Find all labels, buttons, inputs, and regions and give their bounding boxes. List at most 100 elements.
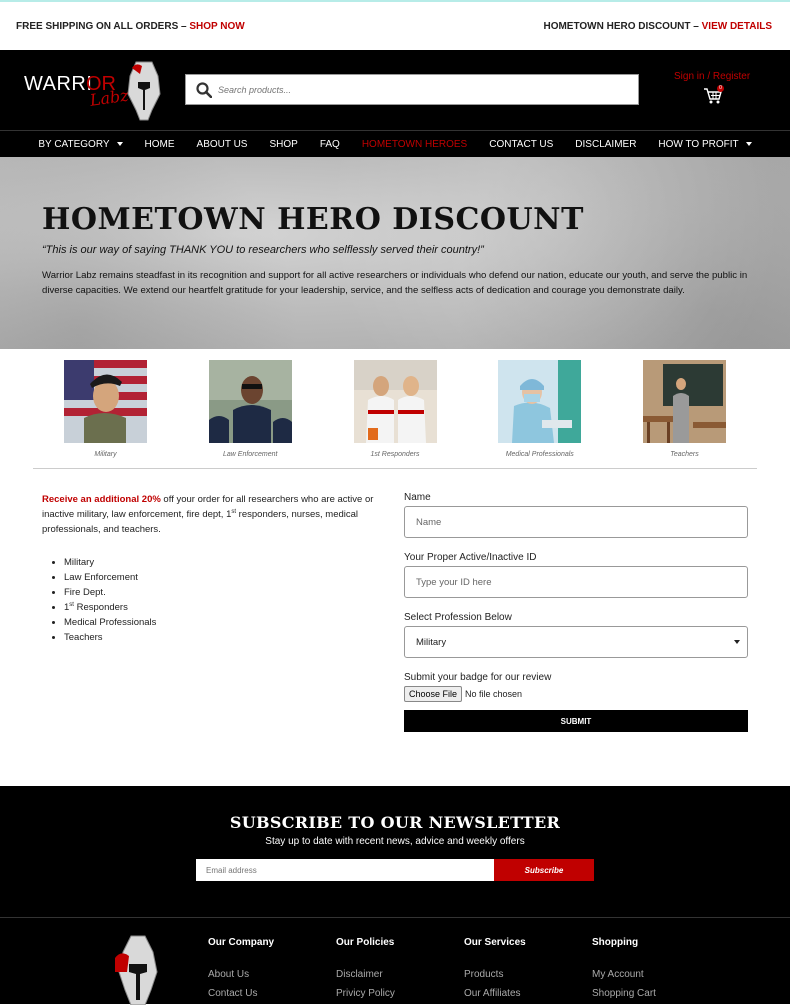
teachers-photo [643,360,726,443]
footer-link-disclaimer[interactable]: Disclaimer [336,969,395,980]
hero-description: Warrior Labz remains steadfast in its re… [42,270,748,296]
submit-button[interactable]: SUBMIT [404,710,748,732]
list-item: Teachers [64,630,387,645]
id-label: Your Proper Active/Inactive ID [404,552,537,563]
footer-heading: Shopping [592,937,639,948]
discount-text: HOMETOWN HERO DISCOUNT – [543,20,702,32]
list-label: Responders [76,602,128,613]
eligible-professions-list: Military Law Enforcement Fire Dept. 1st … [42,555,387,645]
nav-label: SHOP [269,138,298,150]
name-field[interactable]: Name [404,506,748,538]
nav-label: HOW TO PROFIT [658,138,739,150]
nav-by-category[interactable]: BY CATEGORY [27,139,133,150]
badge-label: Submit your badge for our review [404,672,552,683]
footer-link-my-account[interactable]: My Account [592,969,656,980]
first-responders-photo [353,360,437,443]
offer-details: Receive an additional 20% off your order… [42,492,387,645]
choose-file-button[interactable]: Choose File [404,686,463,702]
footer-heading: Our Company [208,937,275,948]
list-item: Military [64,555,387,570]
nav-label: FAQ [319,138,340,150]
view-details-link[interactable]: VIEW DETAILS [702,21,772,32]
list-item: Medical Professionals [64,615,387,630]
nav-label: BY CATEGORY [38,138,110,150]
photo-caption: 1st Responders [370,451,420,458]
photo-caption: Military [94,451,117,458]
nav-about-us[interactable]: ABOUT US [186,139,259,150]
hero-banner: HOMETOWN HERO DISCOUNT “This is our way … [0,157,790,349]
profession-label: Select Profession Below [404,612,512,623]
list-item: Fire Dept. [64,585,387,600]
profession-select[interactable]: Military [404,626,748,658]
shop-now-link[interactable]: SHOP NOW [189,21,244,32]
nav-faq[interactable]: FAQ [309,139,351,150]
badge-upload: Choose File No file chosen [404,686,748,702]
cart-count-badge: 0 [717,85,724,92]
newsletter-section: SUBSCRIBE TO OUR NEWSLETTER Stay up to d… [0,786,790,917]
file-status: No file chosen [465,689,523,699]
search-bar[interactable] [185,74,639,105]
nav-disclaimer[interactable]: DISCLAIMER [564,139,647,150]
nav-label: DISCLAIMER [575,138,637,150]
id-field[interactable]: Type your ID here [404,566,748,598]
medical-professionals-photo [498,360,582,443]
list-item: 1st Responders [64,600,387,615]
profession-card-medical: Medical Professionals [498,360,582,459]
hero-discount-form: Name Name Your Proper Active/Inactive ID… [404,492,748,732]
footer-helmet-logo[interactable] [107,934,169,1005]
profession-card-teachers: Teachers [643,360,726,459]
newsletter-title: SUBSCRIBE TO OUR NEWSLETTER [229,813,561,832]
main-navigation: BY CATEGORY HOME ABOUT US SHOP FAQ HOMET… [0,130,790,157]
discount-announcement: HOMETOWN HERO DISCOUNT – VIEW DETAILS [543,21,772,32]
superscript: st [69,601,74,608]
nav-shop[interactable]: SHOP [258,139,308,150]
chevron-down-icon [745,142,752,146]
warrior-labz-logo[interactable]: WARRI OR Labz [24,58,169,123]
shipping-announcement: FREE SHIPPING ON ALL ORDERS – SHOP NOW [16,21,245,32]
footer-column-company: Our Company About Us Contact Us [208,937,274,1007]
photo-caption: Law Enforcement [223,451,278,458]
chevron-down-icon [734,640,740,644]
photo-caption: Teachers [670,451,699,458]
footer-link-shopping-cart[interactable]: Shopping Cart [592,988,656,999]
offer-highlight: Receive an additional 20% [42,494,161,505]
shipping-text: FREE SHIPPING ON ALL ORDERS – [16,20,190,32]
profession-card-military: Military [64,360,147,459]
footer-column-shopping: Shopping My Account Shopping Cart [592,937,656,1007]
site-header: WARRI OR Labz Sign in / Register 0 [0,50,790,130]
military-photo [64,360,147,443]
email-input[interactable] [196,859,494,881]
profession-card-1st-responders: 1st Responders [353,360,437,459]
profession-value: Military [416,636,447,648]
law-enforcement-photo [208,360,292,443]
nav-how-to-profit[interactable]: HOW TO PROFIT [647,139,762,150]
name-label: Name [404,492,431,503]
search-input[interactable] [218,84,618,95]
profession-gallery: Military Law Enforcement 1st Responders [0,349,790,459]
footer-link-products[interactable]: Products [464,969,526,980]
svg-text:WARRI: WARRI [24,73,92,95]
nav-label: CONTACT US [489,138,554,150]
offer-paragraph: Receive an additional 20% off your order… [42,492,387,537]
sign-in-register-link[interactable]: Sign in / Register [674,71,750,82]
subscribe-button[interactable]: Subscribe [494,859,594,881]
nav-contact-us[interactable]: CONTACT US [478,139,564,150]
search-icon[interactable] [196,81,212,98]
footer-column-services: Our Services Products Our Affiliates [464,937,526,1007]
page-title: HOMETOWN HERO DISCOUNT [42,202,584,237]
nav-hometown-heroes[interactable]: HOMETOWN HEROES [351,139,478,150]
footer-column-policies: Our Policies Disclaimer Privicy Policy [336,937,395,1007]
footer-heading: Our Policies [336,937,395,948]
newsletter-subtitle: Stay up to date with recent news, advice… [265,836,525,847]
hero-quote: “This is our way of saying THANK YOU to … [42,244,484,256]
footer-link-affiliates[interactable]: Our Affiliates [464,988,526,999]
section-divider [33,468,757,469]
footer-link-privacy-policy[interactable]: Privicy Policy [336,988,395,999]
site-footer: Our Company About Us Contact Us Our Poli… [0,917,790,1007]
nav-home[interactable]: HOME [134,139,186,150]
footer-link-about-us[interactable]: About Us [208,969,274,980]
list-item: Law Enforcement [64,570,387,585]
chevron-down-icon [116,142,123,146]
footer-link-contact-us[interactable]: Contact Us [208,988,274,999]
photo-caption: Medical Professionals [505,451,574,458]
